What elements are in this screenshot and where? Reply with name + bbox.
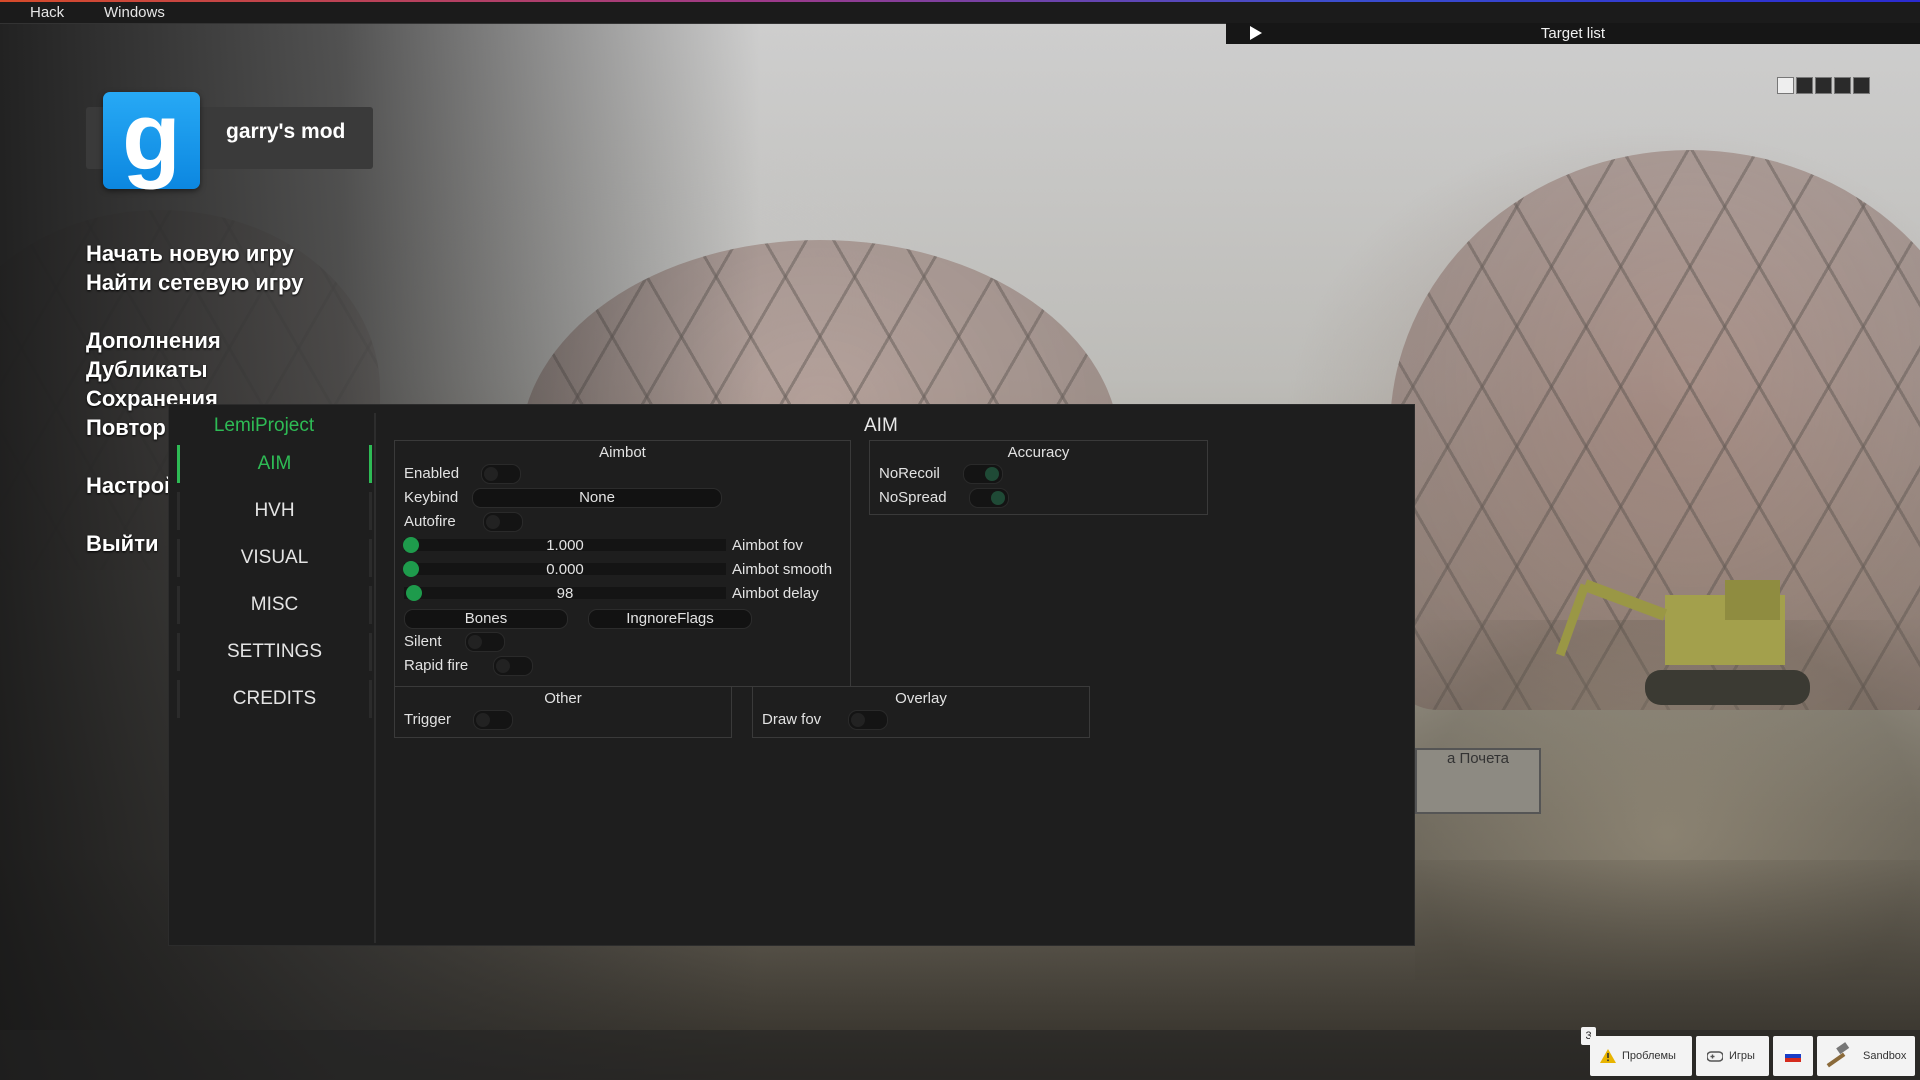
menu-find-game[interactable]: Найти сетевую игру xyxy=(86,270,303,296)
rapid-fire-label: Rapid fire xyxy=(404,657,469,674)
autofire-toggle[interactable] xyxy=(483,512,523,532)
tab-settings[interactable]: SETTINGS xyxy=(177,633,372,671)
menubar: Hack Windows xyxy=(0,2,1920,24)
menu-windows[interactable]: Windows xyxy=(104,4,165,21)
draw-fov-toggle[interactable] xyxy=(848,710,888,730)
enabled-toggle[interactable] xyxy=(481,464,521,484)
menu-settings[interactable]: Настрой xyxy=(86,473,178,499)
games-label: Игры xyxy=(1729,1050,1755,1062)
overlay-group: Overlay Draw fov xyxy=(752,686,1090,738)
menu-addons[interactable]: Дополнения xyxy=(86,328,221,354)
logo-letter: g xyxy=(122,83,181,190)
delay-value: 98 xyxy=(556,585,574,602)
draw-fov-label: Draw fov xyxy=(762,711,822,728)
tab-credits[interactable]: CREDITS xyxy=(177,680,372,718)
sign-text: а Почета xyxy=(1446,750,1509,767)
window-square-icon[interactable] xyxy=(1853,77,1870,94)
menu-demos[interactable]: Повтор xyxy=(86,415,166,441)
fov-value: 1.000 xyxy=(546,537,584,554)
smooth-value: 0.000 xyxy=(546,561,584,578)
trigger-toggle[interactable] xyxy=(473,710,513,730)
hammer-icon xyxy=(1826,1042,1850,1068)
silent-label: Silent xyxy=(404,633,442,650)
fov-label: Aimbot fov xyxy=(732,537,803,554)
target-list-title: Target list xyxy=(1540,25,1606,42)
tab-visual[interactable]: VISUAL xyxy=(177,539,372,577)
aimbot-group-title: Aimbot xyxy=(599,444,646,461)
excavator-image xyxy=(1555,579,1810,705)
logo-title: garry's mod xyxy=(226,120,346,143)
problems-button[interactable]: Проблемы xyxy=(1590,1036,1692,1076)
tab-misc[interactable]: MISC xyxy=(177,586,372,624)
sandbox-label: Sandbox xyxy=(1863,1050,1907,1062)
content-title: AIM xyxy=(864,415,898,436)
cheat-window: LemiProject AIM HVH VISUAL MISC SETTINGS… xyxy=(168,404,1415,946)
tab-label: AIM xyxy=(257,453,292,474)
problems-label: Проблемы xyxy=(1622,1050,1676,1062)
keybind-label: Keybind xyxy=(404,489,459,506)
tab-label: VISUAL xyxy=(240,547,309,568)
menu-new-game[interactable]: Начать новую игру xyxy=(86,241,294,267)
tab-hvh[interactable]: HVH xyxy=(177,492,372,530)
tab-label: MISC xyxy=(250,594,299,615)
window-square-icon[interactable] xyxy=(1834,77,1851,94)
gmod-logo-icon: g xyxy=(103,83,200,190)
menu-quit[interactable]: Выйти xyxy=(86,531,159,557)
norecoil-label: NoRecoil xyxy=(879,465,940,482)
menu-hack[interactable]: Hack xyxy=(30,4,64,21)
menu-dupes[interactable]: Дубликаты xyxy=(86,357,208,383)
window-square-icon[interactable] xyxy=(1815,77,1832,94)
window-square-icon[interactable] xyxy=(1777,77,1794,94)
nospread-toggle[interactable] xyxy=(969,488,1009,508)
accuracy-group-title: Accuracy xyxy=(1007,444,1070,461)
rapid-fire-toggle[interactable] xyxy=(493,656,533,676)
games-button[interactable]: Игры xyxy=(1696,1036,1769,1076)
other-group: Other Trigger xyxy=(394,686,732,738)
gamemode-button[interactable]: Sandbox xyxy=(1817,1036,1915,1076)
autofire-label: Autofire xyxy=(404,513,456,530)
window-square-icon[interactable] xyxy=(1796,77,1813,94)
other-group-title: Other xyxy=(544,690,582,707)
delay-label: Aimbot delay xyxy=(732,585,819,602)
sidebar-divider xyxy=(374,413,376,943)
norecoil-toggle[interactable] xyxy=(963,464,1003,484)
smooth-label: Aimbot smooth xyxy=(732,561,833,578)
russian-flag-icon xyxy=(1785,1050,1801,1062)
brand-title: LemiProject xyxy=(213,415,315,436)
nospread-label: NoSpread xyxy=(879,489,947,506)
keybind-field[interactable]: None xyxy=(472,488,722,508)
tab-label: HVH xyxy=(254,500,295,521)
sign: а Почета xyxy=(1415,748,1541,814)
language-button[interactable] xyxy=(1773,1036,1813,1076)
trigger-label: Trigger xyxy=(404,711,451,728)
tab-label: SETTINGS xyxy=(226,641,322,662)
bones-dropdown[interactable]: Bones xyxy=(404,609,568,629)
accuracy-group: Accuracy NoRecoil NoSpread xyxy=(869,440,1208,515)
enabled-label: Enabled xyxy=(404,465,460,482)
tab-aim[interactable]: AIM xyxy=(177,445,372,483)
silent-toggle[interactable] xyxy=(465,632,505,652)
ignore-flags-dropdown[interactable]: IngnoreFlags xyxy=(588,609,752,629)
target-list-bar[interactable]: Target list xyxy=(1226,23,1920,44)
gamepad-icon xyxy=(1707,1051,1723,1062)
aimbot-group: Aimbot Enabled Keybind None Autofire 1.0… xyxy=(394,440,851,687)
overlay-group-title: Overlay xyxy=(895,690,947,707)
tab-label: CREDITS xyxy=(232,688,317,709)
warning-icon xyxy=(1600,1049,1616,1063)
